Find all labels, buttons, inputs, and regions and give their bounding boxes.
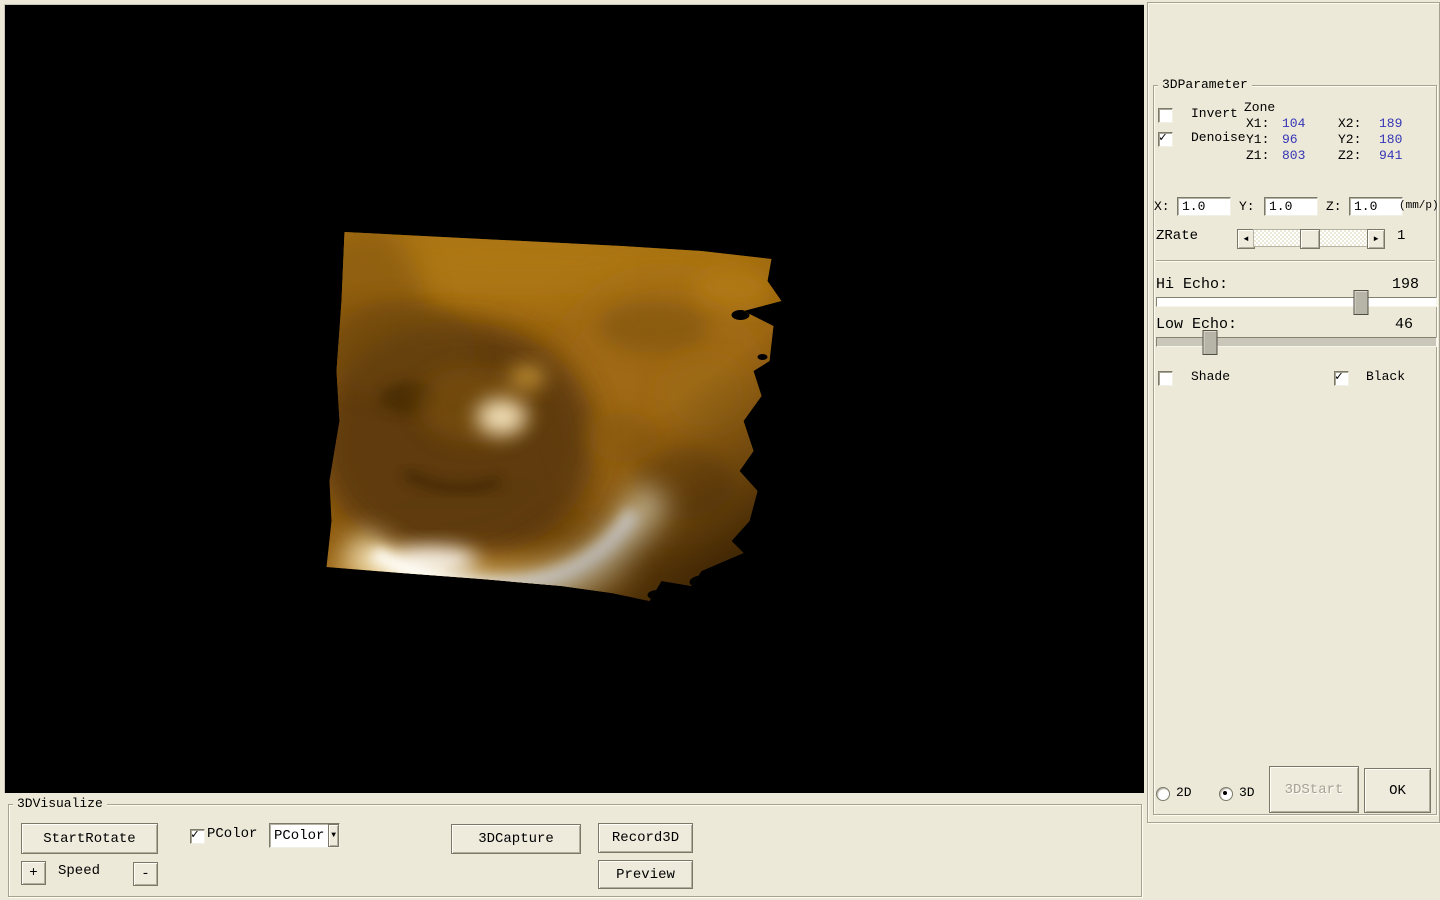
3d-render-viewport[interactable]	[4, 4, 1144, 793]
black-checkbox[interactable]: ✓	[1334, 371, 1349, 386]
pcolor-checkbox[interactable]: ✓	[190, 829, 205, 844]
invert-label: Invert	[1191, 107, 1238, 121]
zone-y1-value: 96	[1282, 133, 1298, 147]
mode-3d-radio[interactable]	[1219, 787, 1233, 801]
check-icon: ✓	[191, 827, 199, 842]
zrate-value: 1	[1397, 229, 1405, 244]
low-echo-slider-thumb[interactable]	[1203, 330, 1218, 355]
zone-z1-label: Z1:	[1246, 149, 1269, 163]
zone-z1-value: 803	[1282, 149, 1305, 163]
black-label: Black	[1366, 370, 1405, 384]
hi-echo-slider-thumb[interactable]	[1353, 290, 1368, 315]
invert-checkbox[interactable]: ✓	[1158, 108, 1173, 123]
3dparameter-groupbox: 3DParameter	[1153, 85, 1437, 815]
zrate-scrollbar-thumb[interactable]	[1300, 229, 1320, 249]
record3d-button[interactable]: Record3D	[598, 823, 693, 853]
mode-3d-label: 3D	[1239, 786, 1255, 800]
start-rotate-button[interactable]: StartRotate	[21, 823, 158, 854]
zone-z2-label: Z2:	[1338, 149, 1361, 163]
3dcapture-button[interactable]: 3DCapture	[451, 824, 581, 854]
zone-x2-value: 189	[1379, 117, 1402, 131]
hi-echo-label: Hi Echo:	[1156, 277, 1228, 294]
pcolor-select-value: PColor	[270, 828, 328, 844]
scale-y-input[interactable]	[1264, 197, 1318, 216]
check-icon: ✓	[1159, 130, 1167, 145]
dropdown-arrow-icon[interactable]: ▼	[328, 824, 339, 847]
low-echo-value: 46	[1395, 317, 1413, 334]
3dparameter-group-title: 3DParameter	[1158, 77, 1252, 92]
3dvisualize-groupbox: 3DVisualize StartRotate + Speed - ✓ PCol…	[8, 804, 1142, 897]
pcolor-select[interactable]: PColor ▼	[269, 823, 340, 848]
3dstart-button[interactable]: 3DStart	[1269, 766, 1359, 813]
3dvisualize-group-title: 3DVisualize	[13, 796, 107, 811]
ultrasound-3d-app-window: 3DParameter ✓ Invert ✓ Denoise Zone X1: …	[0, 0, 1440, 900]
check-icon: ✓	[1335, 369, 1343, 384]
hi-echo-value: 198	[1392, 277, 1419, 294]
scale-z-label: Z:	[1326, 200, 1342, 214]
radio-dot-icon	[1223, 791, 1227, 795]
zone-x2-label: X2:	[1338, 117, 1361, 131]
zone-z2-value: 941	[1379, 149, 1402, 163]
hi-echo-slider[interactable]	[1156, 297, 1437, 307]
low-echo-label: Low Echo:	[1156, 317, 1237, 334]
speed-minus-button[interactable]: -	[133, 862, 158, 886]
pcolor-checkbox-label: PColor	[207, 827, 257, 842]
mode-2d-radio[interactable]	[1156, 787, 1170, 801]
shade-checkbox[interactable]: ✓	[1158, 371, 1173, 386]
scale-z-input[interactable]	[1349, 197, 1403, 216]
ok-button[interactable]: OK	[1364, 768, 1431, 813]
zone-y2-label: Y2:	[1338, 133, 1361, 147]
zrate-scrollbar-track[interactable]	[1253, 229, 1369, 247]
speed-plus-button[interactable]: +	[21, 861, 46, 885]
speed-label: Speed	[58, 864, 100, 879]
denoise-checkbox[interactable]: ✓	[1158, 132, 1173, 147]
zone-title: Zone	[1244, 101, 1275, 115]
ultrasound-volume-render	[5, 5, 1144, 793]
scale-y-label: Y:	[1239, 200, 1255, 214]
zone-y2-value: 180	[1379, 133, 1402, 147]
zrate-scrollbar[interactable]: ◄ ►	[1237, 229, 1385, 247]
zrate-label: ZRate	[1156, 229, 1198, 244]
preview-button[interactable]: Preview	[598, 860, 693, 889]
scale-x-input[interactable]	[1177, 197, 1231, 216]
low-echo-slider[interactable]	[1156, 337, 1437, 347]
denoise-label: Denoise	[1191, 131, 1246, 145]
parameter-panel: 3DParameter ✓ Invert ✓ Denoise Zone X1: …	[1147, 2, 1440, 823]
zone-x1-label: X1:	[1246, 117, 1269, 131]
scroll-right-arrow-icon[interactable]: ►	[1367, 229, 1385, 249]
zone-x1-value: 104	[1282, 117, 1305, 131]
mode-2d-label: 2D	[1176, 786, 1192, 800]
zone-y1-label: Y1:	[1246, 133, 1269, 147]
shade-label: Shade	[1191, 370, 1230, 384]
separator-line	[1156, 260, 1435, 261]
scale-unit-label: (mm/p)	[1399, 200, 1439, 212]
scale-x-label: X:	[1154, 200, 1170, 214]
